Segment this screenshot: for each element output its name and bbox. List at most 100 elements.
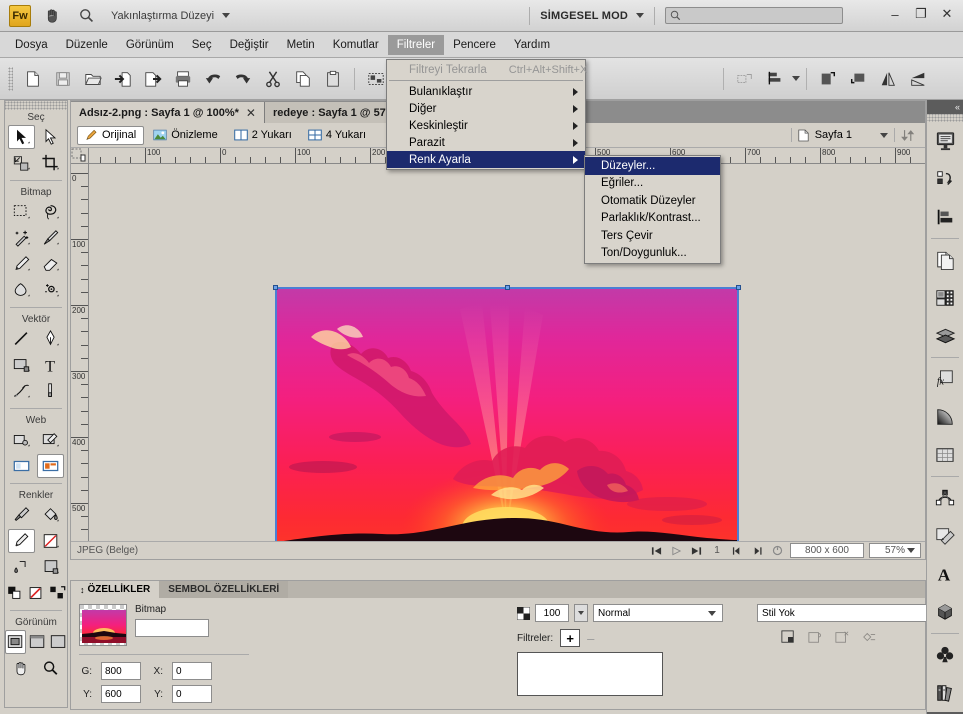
hand-tool-icon[interactable]	[39, 4, 65, 28]
minimize-button[interactable]: –	[887, 6, 903, 22]
no-color-icon[interactable]	[26, 581, 45, 605]
align-icon[interactable]	[760, 64, 790, 94]
slice-tool[interactable]	[37, 428, 64, 452]
flip-horizontal-icon[interactable]	[873, 64, 903, 94]
filters-menu[interactable]: Filtreyi Tekrarla Ctrl+Alt+Shift+X Bulanık…	[386, 59, 587, 170]
text-tool[interactable]: T	[37, 353, 64, 377]
gradient-panel-icon[interactable]	[927, 398, 963, 436]
page-order-icon[interactable]	[901, 128, 917, 143]
rotate-90-cw-icon[interactable]	[813, 64, 843, 94]
remove-filter-button[interactable]: –	[587, 631, 594, 646]
fill-color-swatch[interactable]	[37, 529, 64, 553]
menu-filtreler[interactable]: Filtreler	[387, 34, 445, 55]
default-colors-icon[interactable]	[5, 581, 24, 605]
y-input[interactable]: 0	[172, 685, 212, 703]
prev-frame-icon[interactable]	[730, 544, 745, 558]
copy-icon[interactable]	[288, 64, 318, 94]
menu-item-bulan-kla-t-r[interactable]: Bulanıklaştır	[387, 83, 585, 100]
height-input[interactable]: 600	[101, 685, 141, 703]
ruler-origin[interactable]	[71, 148, 89, 164]
menu-metin[interactable]: Metin	[278, 35, 324, 55]
width-input[interactable]: 800	[101, 662, 141, 680]
color-adjust-submenu[interactable]: Düzeyler... Eğriler... Otomatik Düzeyler Pa…	[584, 155, 721, 264]
marquee-tool[interactable]	[8, 200, 35, 224]
menu-item-keskinle-tir[interactable]: Keskinleştir	[387, 117, 585, 134]
menu-yard-m[interactable]: Yardım	[505, 35, 559, 55]
3d-panel-icon[interactable]	[927, 593, 963, 631]
new-style-icon[interactable]	[781, 630, 795, 644]
lasso-tool[interactable]	[37, 200, 64, 224]
tab-symbol-properties[interactable]: SEMBOL ÖZELLİKLERİ	[159, 581, 289, 598]
eraser-tool[interactable]	[37, 252, 64, 276]
panel-dock-grip[interactable]	[927, 114, 963, 122]
stroke-color-swatch[interactable]	[8, 529, 35, 553]
full-screen-icon[interactable]	[49, 630, 68, 654]
selection-handle-tr[interactable]	[736, 285, 741, 290]
full-screen-menu-icon[interactable]	[28, 630, 47, 654]
search-input[interactable]	[665, 7, 843, 24]
blend-mode-select[interactable]: Normal	[593, 604, 723, 622]
object-thumbnail[interactable]	[79, 604, 127, 646]
magic-wand-tool[interactable]	[8, 226, 35, 250]
play-icon[interactable]	[669, 544, 684, 558]
next-frame-icon[interactable]	[750, 544, 765, 558]
flip-vertical-icon[interactable]	[903, 64, 933, 94]
import-icon[interactable]	[108, 64, 138, 94]
hand-tool[interactable]	[8, 656, 35, 680]
layers-stack-icon[interactable]	[927, 317, 963, 355]
text-panel-icon[interactable]: A	[927, 555, 963, 593]
submenu-item-e-riler-[interactable]: Eğriler...	[585, 175, 720, 193]
x-input[interactable]: 0	[172, 662, 212, 680]
mode-chevron-down-icon[interactable]	[636, 13, 644, 18]
opacity-input[interactable]: 100	[535, 604, 569, 622]
library-panel-icon[interactable]	[927, 674, 963, 712]
tools-panel-grip[interactable]	[5, 101, 67, 110]
menu-item-parazit[interactable]: Parazit	[387, 134, 585, 151]
loop-icon[interactable]	[770, 544, 785, 558]
fill-gradient-swatch[interactable]	[37, 555, 64, 579]
frame-number-label[interactable]: 1	[709, 545, 725, 556]
page-selector-chevron-down-icon[interactable]	[880, 132, 888, 138]
object-name-input[interactable]	[135, 619, 209, 637]
pages-panel-icon[interactable]	[927, 241, 963, 279]
states-panel-icon[interactable]	[927, 160, 963, 198]
save-icon[interactable]	[48, 64, 78, 94]
first-frame-icon[interactable]	[649, 544, 664, 558]
view-button-preview[interactable]: Önizleme	[146, 126, 224, 145]
selection-handle-tc[interactable]	[505, 285, 510, 290]
canvas-dimensions-field[interactable]: 800 x 600	[790, 543, 864, 558]
open-folder-icon[interactable]	[78, 64, 108, 94]
styles-fx-panel-icon[interactable]: fx	[927, 360, 963, 398]
cut-icon[interactable]	[258, 64, 288, 94]
menu-d-zenle[interactable]: Düzenle	[57, 35, 117, 55]
knife-tool[interactable]	[37, 379, 64, 403]
menu-item-di-er[interactable]: Diğer	[387, 100, 585, 117]
align-panel-icon[interactable]	[927, 198, 963, 236]
menu-item-renk-ayarla[interactable]: Renk Ayarla	[387, 151, 585, 168]
filters-list[interactable]	[517, 652, 663, 696]
zoom-percent-field[interactable]: 57%	[869, 543, 921, 558]
menu-se-[interactable]: Seç	[183, 35, 221, 55]
sunset-photograph[interactable]	[273, 285, 741, 541]
hide-slices-icon[interactable]	[8, 454, 35, 478]
selection-handle-tl[interactable]	[273, 285, 278, 290]
submenu-item-d-zeyler-[interactable]: Düzeyler...	[585, 157, 720, 175]
pen-tool[interactable]	[37, 327, 64, 351]
opacity-slider-chevron-down-icon[interactable]	[574, 604, 588, 622]
style-select[interactable]: Stil Yok	[757, 604, 935, 622]
rotate-90-ccw-icon[interactable]	[843, 64, 873, 94]
submenu-item-ters-evir[interactable]: Ters Çevir	[585, 227, 720, 245]
submenu-item-parlakl-k-kontrast-[interactable]: Parlaklık/Kontrast...	[585, 210, 720, 228]
view-button-2up[interactable]: 2 Yukarı	[227, 126, 299, 145]
close-tab-icon[interactable]: ✕	[246, 106, 256, 120]
blend-mode-chevron-down-icon[interactable]	[708, 610, 716, 616]
special-chars-panel-icon[interactable]	[927, 517, 963, 555]
new-document-icon[interactable]	[18, 64, 48, 94]
view-button-original[interactable]: Orijinal	[77, 125, 145, 145]
paste-icon[interactable]	[318, 64, 348, 94]
symbols-panel-icon[interactable]	[927, 636, 963, 674]
collapse-panels-icon[interactable]: «	[927, 100, 963, 114]
maximize-button[interactable]: ❐	[913, 6, 929, 22]
zoom-percent-chevron-down-icon[interactable]	[907, 548, 915, 553]
freeform-tool[interactable]	[8, 379, 35, 403]
